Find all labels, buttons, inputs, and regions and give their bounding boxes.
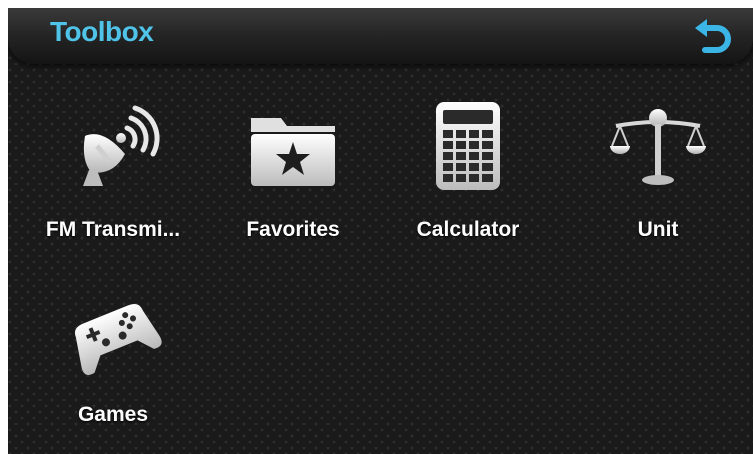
app-fm-transmitter[interactable]: FM Transmi... — [28, 98, 198, 258]
app-label: Unit — [637, 218, 679, 241]
scale-balance-icon — [608, 98, 708, 198]
gamepad-icon — [63, 283, 163, 383]
header-bar: Toolbox — [8, 8, 753, 64]
app-label: Calculator — [416, 218, 520, 241]
page-title: Toolbox — [50, 16, 154, 47]
app-calculator[interactable]: Calculator — [383, 98, 553, 258]
app-label: Games — [77, 403, 149, 426]
toolbox-screen: Toolbox FM Transmi... Favorites Calculat… — [8, 8, 753, 454]
back-button[interactable] — [691, 16, 735, 56]
satellite-dish-icon — [63, 98, 163, 198]
app-favorites[interactable]: Favorites — [208, 98, 378, 258]
calculator-icon — [418, 98, 518, 198]
app-games[interactable]: Games — [28, 283, 198, 443]
app-label: Favorites — [246, 218, 340, 241]
app-unit[interactable]: Unit — [573, 98, 743, 258]
favorites-folder-icon — [243, 98, 343, 198]
undo-arrow-icon — [695, 19, 731, 53]
app-label: FM Transmi... — [45, 218, 181, 241]
